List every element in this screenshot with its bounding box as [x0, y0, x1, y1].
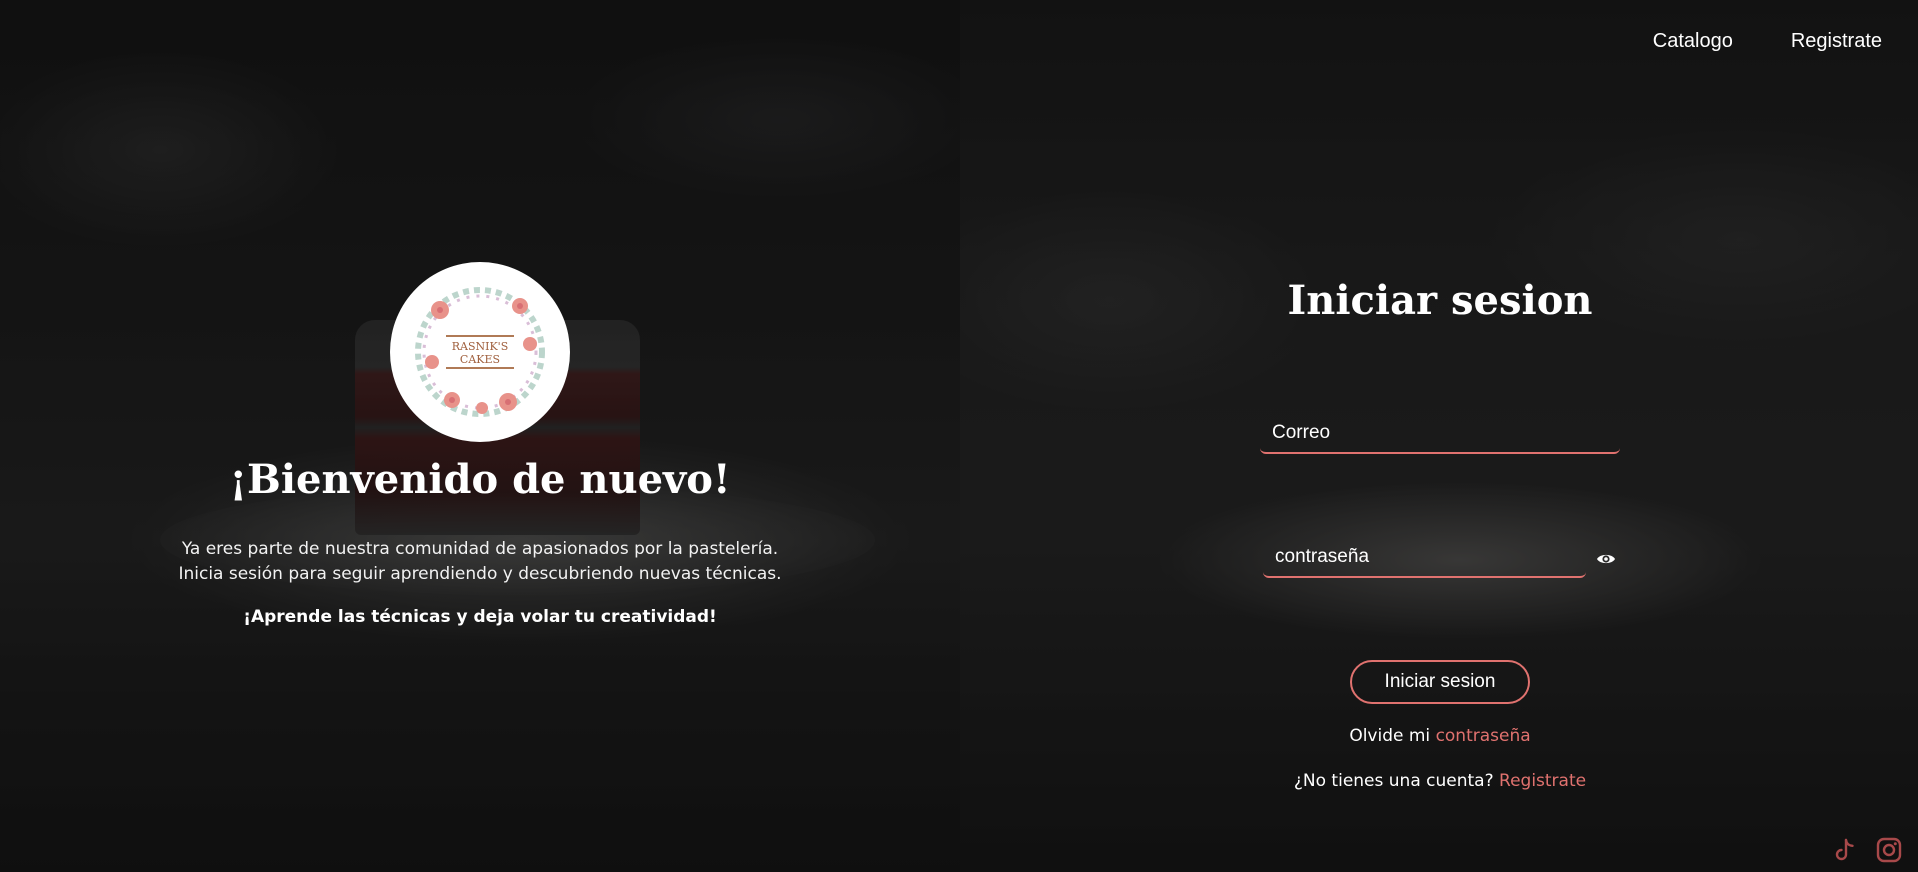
- forgot-password-line: Olvide mi contraseña: [1200, 726, 1680, 746]
- signup-line: ¿No tienes una cuenta? Registrate: [1200, 771, 1680, 791]
- signup-link[interactable]: Registrate: [1499, 771, 1586, 791]
- welcome-cta: ¡Aprende las técnicas y deja volar tu cr…: [243, 607, 717, 627]
- nav-register-link[interactable]: Registrate: [1791, 30, 1882, 53]
- email-field[interactable]: [1260, 414, 1620, 454]
- tiktok-icon[interactable]: [1831, 836, 1859, 864]
- instagram-icon[interactable]: [1875, 836, 1903, 864]
- logo-text-cakes: CAKES: [460, 353, 500, 366]
- signup-prefix: ¿No tienes una cuenta?: [1293, 771, 1494, 791]
- login-title: Iniciar sesion: [1287, 277, 1593, 324]
- nav-catalog-link[interactable]: Catalogo: [1653, 30, 1733, 53]
- top-nav: Catalogo Registrate: [1653, 30, 1882, 53]
- logo-text-rasniks: RASNIK'S: [452, 340, 509, 353]
- welcome-title: ¡Bienvenido de nuevo!: [229, 456, 731, 503]
- welcome-line-1: Ya eres parte de nuestra comunidad de ap…: [181, 539, 779, 559]
- password-field[interactable]: [1263, 538, 1586, 578]
- forgot-password-link[interactable]: contraseña: [1436, 726, 1531, 746]
- login-page: Catalogo Registrate RASNIK'S CAKES ¡Bien…: [0, 0, 1918, 872]
- floral-wreath-logo: RASNIK'S CAKES: [415, 287, 545, 417]
- show-password-eye-icon[interactable]: [1594, 548, 1618, 570]
- brand-logo: RASNIK'S CAKES: [390, 262, 570, 442]
- welcome-line-2: Inicia sesión para seguir aprendiendo y …: [178, 564, 782, 584]
- login-button[interactable]: Iniciar sesion: [1350, 660, 1530, 704]
- forgot-password-prefix: Olvide mi: [1349, 726, 1431, 746]
- welcome-description: Ya eres parte de nuestra comunidad de ap…: [0, 537, 960, 587]
- social-links: [1831, 836, 1903, 864]
